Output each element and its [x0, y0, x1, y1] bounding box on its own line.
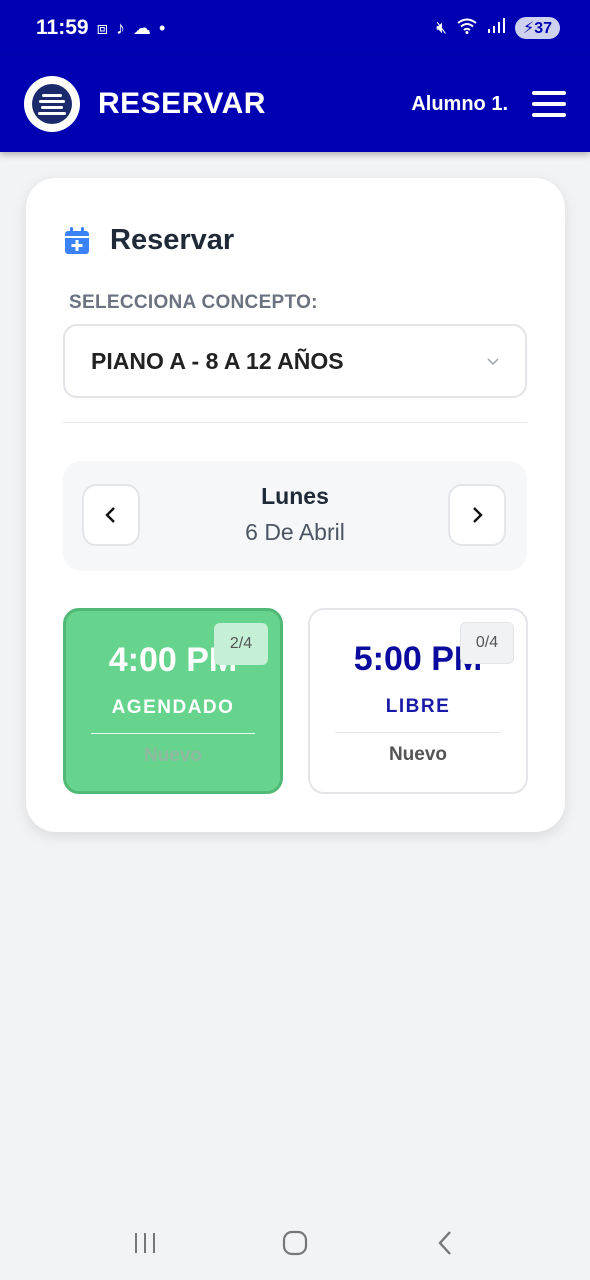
user-name[interactable]: Alumno 1.	[411, 93, 508, 116]
wifi-icon	[457, 18, 477, 39]
logo-icon	[32, 84, 72, 124]
chevron-down-icon	[487, 353, 499, 369]
app-bar: RESERVAR Alumno 1.	[0, 56, 590, 152]
divider	[63, 422, 527, 423]
calendar-plus-icon	[65, 226, 89, 254]
concept-select-value: PIANO A - 8 A 12 AÑOS	[91, 347, 344, 374]
battery-icon: ⚡︎	[522, 20, 535, 37]
concept-label: SELECCIONA CONCEPTO:	[69, 292, 318, 313]
home-icon[interactable]	[275, 1223, 315, 1263]
concept-select[interactable]: PIANO A - 8 A 12 AÑOS	[63, 324, 527, 398]
hamburger-menu-icon[interactable]	[532, 91, 566, 117]
notification-dot-icon: •	[159, 17, 166, 38]
app-title: RESERVAR	[98, 87, 266, 120]
recent-apps-icon[interactable]	[125, 1223, 165, 1263]
next-day-button[interactable]	[448, 484, 506, 546]
slot-divider	[91, 733, 255, 734]
mute-icon: 🔇︎	[436, 18, 447, 37]
slot-capacity-badge: 0/4	[460, 622, 514, 664]
slot-status: AGENDADO	[111, 697, 235, 718]
time-slot-card[interactable]: 4:00 PM 2/4 AGENDADO Nuevo	[63, 608, 283, 794]
clock: 11:59	[36, 16, 89, 39]
reservation-card: Reservar SELECCIONA CONCEPTO: PIANO A - …	[26, 178, 565, 832]
battery-indicator: ⚡︎37	[514, 17, 560, 39]
cloud-icon: ☁	[133, 17, 152, 38]
slot-divider	[335, 732, 501, 733]
app-logo[interactable]	[24, 76, 80, 132]
slot-label: Nuevo	[388, 744, 448, 765]
screenshot-icon: ⧈	[96, 17, 109, 38]
back-icon[interactable]	[425, 1223, 465, 1263]
card-header: Reservar	[64, 224, 234, 257]
slot-status: LIBRE	[385, 696, 451, 717]
time-slot-card[interactable]: 5:00 PM 0/4 LIBRE Nuevo	[308, 608, 528, 794]
slot-label: Nuevo	[143, 745, 203, 766]
date-navigator: Lunes 6 De Abril	[63, 461, 527, 571]
system-navigation-bar	[0, 1206, 590, 1280]
card-title: Reservar	[110, 224, 235, 256]
status-bar: 11:59 ⧈ ♪ ☁ • 🔇︎ ⚡︎37	[0, 0, 590, 56]
tiktok-icon: ♪	[116, 17, 126, 38]
signal-icon	[487, 17, 505, 39]
slot-capacity-badge: 2/4	[214, 623, 268, 665]
battery-level: 37	[534, 20, 552, 37]
chevron-right-icon	[473, 507, 483, 523]
